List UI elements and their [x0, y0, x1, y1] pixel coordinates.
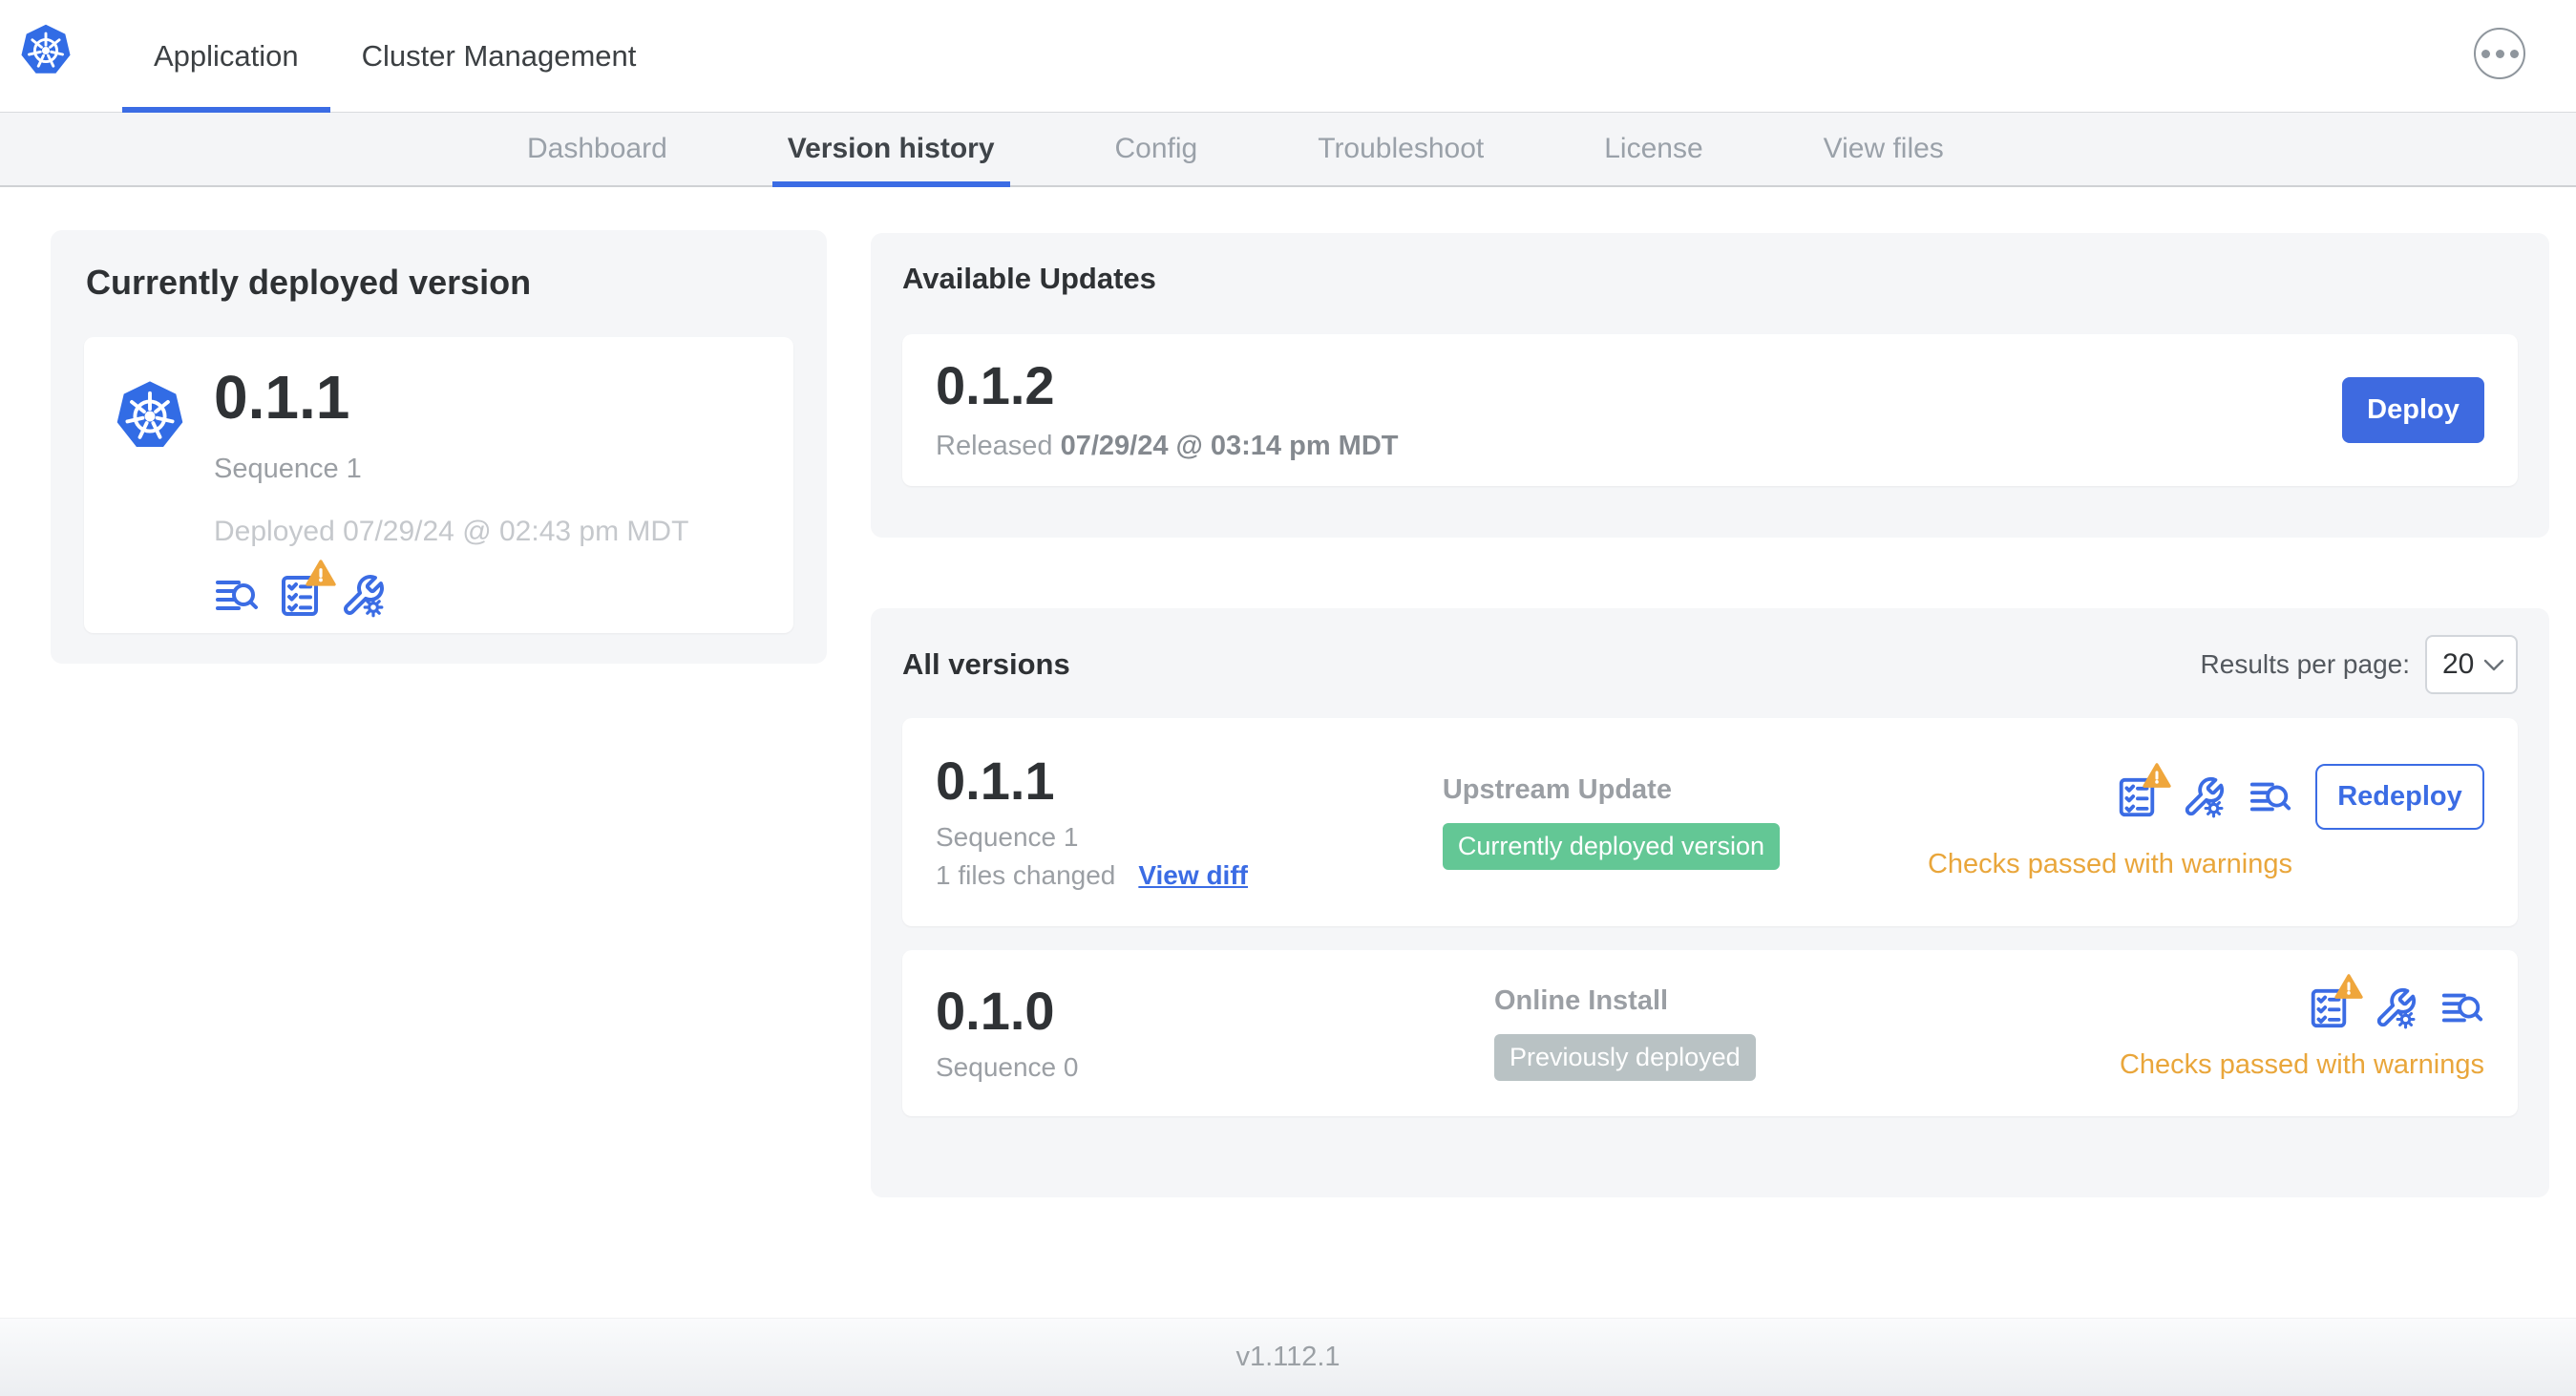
console-version: v1.112.1	[1235, 1342, 1341, 1372]
tab-license[interactable]: License	[1589, 113, 1718, 185]
status-badge: Previously deployed	[1494, 1034, 1756, 1081]
row-version-number: 0.1.1	[936, 751, 1055, 811]
version-row: 0.1.1 Sequence 1 1 files changed View di…	[902, 718, 2518, 926]
version-row: 0.1.0 Sequence 0 Online Install Previous…	[902, 950, 2518, 1116]
files-changed-label: 1 files changed	[936, 860, 1116, 890]
deployed-version-card: 0.1.1 Sequence 1 Deployed 07/29/24 @ 02:…	[84, 337, 793, 633]
available-updates-title: Available Updates	[902, 262, 1156, 295]
release-notes-icon[interactable]	[214, 573, 260, 619]
warning-triangle-icon	[2334, 973, 2363, 1000]
topbar: Application Cluster Management	[0, 0, 2576, 113]
status-badge: Currently deployed version	[1442, 823, 1780, 870]
release-notes-icon[interactable]	[2249, 775, 2292, 819]
version-source-label: Upstream Update	[1442, 774, 1672, 805]
footer: v1.112.1	[0, 1318, 2576, 1396]
tab-application[interactable]: Application	[122, 0, 330, 113]
preflight-checks-icon[interactable]	[277, 560, 336, 619]
kubernetes-logo	[18, 23, 74, 78]
tab-dashboard[interactable]: Dashboard	[512, 113, 683, 185]
tab-config[interactable]: Config	[1100, 113, 1214, 185]
all-versions-card: All versions Results per page: 20 0.1.1 …	[871, 608, 2549, 1197]
row-sequence: Sequence 0	[936, 1052, 1079, 1082]
preflight-status-text: Checks passed with warnings	[2119, 1048, 2484, 1080]
row-version-number: 0.1.0	[936, 981, 1055, 1041]
row-sequence: Sequence 1	[936, 822, 1079, 852]
chevron-down-icon	[2483, 659, 2504, 670]
view-diff-link[interactable]: View diff	[1138, 860, 1248, 891]
deploy-button[interactable]: Deploy	[2342, 377, 2484, 443]
tab-version-history[interactable]: Version history	[771, 113, 1010, 187]
update-version-number: 0.1.2	[936, 355, 1055, 415]
preflight-status-text: Checks passed with warnings	[1927, 849, 2292, 879]
tab-view-files[interactable]: View files	[1808, 113, 1959, 185]
more-menu-button[interactable]	[2474, 28, 2525, 79]
deployed-version-number: 0.1.1	[214, 363, 350, 432]
update-released-date: 07/29/24 @ 03:14 pm MDT	[1060, 431, 1399, 461]
deployed-sequence: Sequence 1	[214, 454, 362, 484]
deployed-timestamp: Deployed 07/29/24 @ 02:43 pm MDT	[214, 516, 689, 547]
edit-config-icon[interactable]	[2374, 986, 2418, 1030]
warning-triangle-icon	[2143, 762, 2171, 789]
ellipsis-icon	[2481, 49, 2490, 58]
update-row: 0.1.2 Released 07/29/24 @ 03:14 pm MDT D…	[902, 334, 2518, 486]
available-updates-card: Available Updates 0.1.2 Released 07/29/2…	[871, 233, 2549, 538]
release-notes-icon[interactable]	[2440, 986, 2484, 1030]
all-versions-title: All versions	[902, 647, 1070, 681]
tab-cluster-management[interactable]: Cluster Management	[330, 0, 668, 112]
preflight-checks-icon[interactable]	[2115, 762, 2171, 819]
update-released-line: Released 07/29/24 @ 03:14 pm MDT	[936, 431, 1399, 461]
redeploy-button[interactable]: Redeploy	[2315, 764, 2484, 830]
currently-deployed-title: Currently deployed version	[86, 263, 532, 302]
tab-troubleshoot[interactable]: Troubleshoot	[1302, 113, 1499, 185]
results-per-page-select[interactable]: 20	[2425, 635, 2518, 694]
edit-config-icon[interactable]	[2182, 775, 2226, 819]
edit-config-icon[interactable]	[340, 573, 386, 619]
results-per-page-label: Results per page:	[2200, 649, 2410, 679]
kubernetes-app-icon	[113, 379, 187, 454]
warning-triangle-icon	[306, 559, 336, 587]
version-source-label: Online Install	[1494, 985, 1669, 1016]
currently-deployed-card: Currently deployed version 0.1.1 Sequenc…	[51, 230, 827, 664]
app-subnav: Dashboard Version history Config Trouble…	[0, 113, 2576, 187]
preflight-checks-icon[interactable]	[2307, 973, 2363, 1030]
topbar-tabs: Application Cluster Management	[122, 0, 668, 113]
